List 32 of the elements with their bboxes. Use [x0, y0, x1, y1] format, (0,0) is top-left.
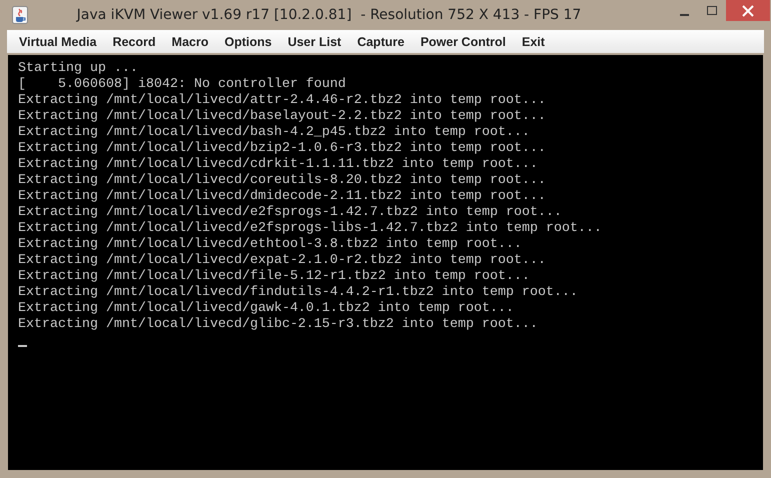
console-line: [ 5.060608] i8042: No controller found: [18, 77, 346, 93]
menu-item[interactable]: Macro: [164, 30, 216, 52]
window-title: Java iKVM Viewer v1.69 r17 [10.2.0.81] - Resolution 752 X 413 - FPS 17: [75, 7, 582, 23]
console-line: Starting up ...: [18, 61, 138, 77]
console-line: Extracting /mnt/local/livecd/ethtool-3.8.tbz2 into temp root...: [18, 237, 522, 253]
console-line: Extracting /mnt/local/livecd/gawk-4.0.1.tbz2 into temp root...: [18, 301, 514, 317]
console-line: Extracting /mnt/local/livecd/glibc-2.15-r3.tbz2 into temp root...: [18, 317, 538, 333]
console-line: Extracting /mnt/local/livecd/file-5.12-r1.tbz2 into temp root...: [18, 269, 530, 285]
menu-item[interactable]: User List: [280, 30, 350, 52]
minimize-icon: [680, 14, 688, 16]
menu-item[interactable]: Exit: [514, 30, 553, 52]
console-line: Extracting /mnt/local/livecd/cdrkit-1.1.11.tbz2 into temp root...: [18, 157, 538, 173]
menu-item[interactable]: Capture: [349, 30, 412, 52]
console-line: Extracting /mnt/local/livecd/bash-4.2_p45.tbz2 into temp root...: [18, 125, 530, 141]
console-line: Extracting /mnt/local/livecd/coreutils-8.20.tbz2 into temp root...: [18, 173, 546, 189]
console-line: Extracting /mnt/local/livecd/bzip2-1.0.6-r3.tbz2 into temp root...: [18, 141, 546, 157]
console-line: Extracting /mnt/local/livecd/attr-2.4.46-r2.tbz2 into temp root...: [18, 93, 546, 109]
console-line: Extracting /mnt/local/livecd/e2fsprogs-libs-1.42.7.tbz2 into temp root...: [18, 221, 602, 237]
close-icon: [742, 4, 754, 16]
close-button[interactable]: [726, 0, 770, 21]
menu-item[interactable]: Record: [104, 30, 164, 52]
console-line: Extracting /mnt/local/livecd/e2fsprogs-1.42.7.tbz2 into temp root...: [18, 205, 562, 221]
console-line: Extracting /mnt/local/livecd/expat-2.1.0-r2.tbz2 into temp root...: [18, 253, 546, 269]
menu-item[interactable]: Virtual Media: [11, 30, 105, 52]
console-line: Extracting /mnt/local/livecd/findutils-4.4.2-r1.tbz2 into temp root...: [18, 285, 578, 301]
java-cup-icon: [12, 6, 28, 24]
maximize-icon: [707, 6, 717, 16]
console-line: Extracting /mnt/local/livecd/dmidecode-2.11.tbz2 into temp root...: [18, 189, 546, 205]
console-line: Extracting /mnt/local/livecd/baselayout-2.2.tbz2 into temp root...: [18, 109, 546, 125]
text-cursor: [18, 345, 27, 347]
menu-item[interactable]: Power Control: [412, 30, 514, 52]
menu-item[interactable]: Options: [216, 30, 280, 52]
